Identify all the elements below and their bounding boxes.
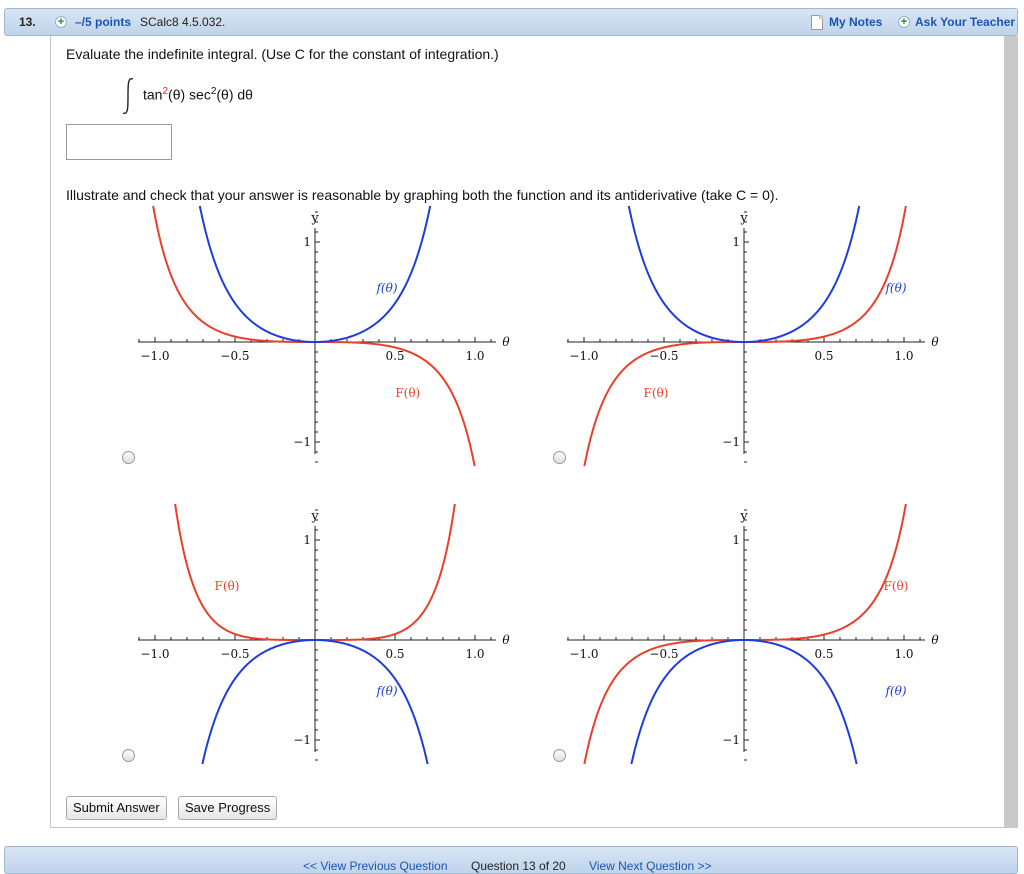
- x-axis-label: θ: [931, 633, 939, 647]
- points-label: –/5 points: [75, 15, 132, 29]
- next-question-link[interactable]: View Next Question >>: [589, 859, 712, 873]
- notes-icon[interactable]: [811, 15, 823, 30]
- y-tick-label: −1: [293, 435, 311, 449]
- radio-option-3[interactable]: [122, 749, 135, 762]
- graph-option-1: −1.0−0.50.51.021−1−2yθf(θ)F(θ): [118, 206, 518, 466]
- save-progress-button[interactable]: Save Progress: [178, 796, 278, 820]
- integrand-dtheta: (θ) dθ: [216, 86, 253, 103]
- y-axis-label: y: [310, 509, 319, 524]
- f-label: f(θ): [884, 281, 906, 295]
- radio-option-2[interactable]: [553, 451, 566, 464]
- integrand-tan: tan: [143, 86, 163, 103]
- graph-svg: −1.0−0.50.51.021−1−2yθf(θ)F(θ): [138, 206, 510, 466]
- x-tick-label: −1.0: [140, 349, 169, 363]
- assignment-id: SCalc8 4.5.032.: [140, 15, 226, 29]
- y-tick-label: 1: [732, 533, 740, 547]
- x-tick-label: 1.0: [894, 647, 913, 661]
- question-header: 13. + –/5 points SCalc8 4.5.032. My Note…: [4, 8, 1018, 36]
- y-tick-label: 1: [303, 235, 311, 249]
- question-number: 13.: [19, 15, 36, 29]
- ask-teacher-link[interactable]: Ask Your Teacher: [915, 15, 1015, 29]
- y-tick-label: −1: [722, 435, 740, 449]
- question-nav-footer: << View Previous Question Question 13 of…: [4, 846, 1018, 874]
- previous-question-link[interactable]: << View Previous Question: [303, 859, 448, 873]
- x-tick-label: −0.5: [220, 349, 249, 363]
- f-label: f(θ): [375, 281, 397, 295]
- y-axis-label: y: [310, 211, 319, 226]
- x-tick-label: 1.0: [465, 349, 484, 363]
- right-scroll-gutter: [1004, 36, 1018, 828]
- my-notes-link[interactable]: My Notes: [829, 15, 882, 29]
- x-tick-label: 1.0: [465, 647, 484, 661]
- y-axis-label: y: [739, 211, 748, 226]
- x-tick-label: 0.5: [814, 349, 833, 363]
- x-tick-label: 0.5: [385, 647, 404, 661]
- x-tick-label: −1.0: [569, 647, 598, 661]
- instruction-text: Evaluate the indefinite integral. (Use C…: [66, 46, 499, 62]
- radio-option-4[interactable]: [553, 749, 566, 762]
- y-axis-label: y: [739, 509, 748, 524]
- x-tick-label: −1.0: [140, 647, 169, 661]
- graph-svg: −1.0−0.50.51.021−1−2yθf(θ)F(θ): [567, 504, 939, 764]
- F-label: F(θ): [395, 386, 420, 400]
- integrand-sec: (θ) sec: [168, 86, 211, 103]
- y-tick-label: −1: [722, 733, 740, 747]
- F-label: F(θ): [884, 579, 909, 593]
- graph-svg: −1.0−0.50.51.021−1−2yθf(θ)F(θ): [567, 206, 939, 466]
- expand-plus-icon[interactable]: +: [55, 16, 67, 28]
- graph-svg: −1.0−0.50.51.021−1−2yθf(θ)F(θ): [138, 504, 510, 764]
- question-counter: Question 13 of 20: [471, 859, 566, 873]
- x-axis-label: θ: [931, 335, 939, 349]
- integral-sign-icon: [122, 77, 134, 115]
- f-label: f(θ): [884, 684, 906, 698]
- x-axis-label: θ: [502, 633, 510, 647]
- radio-option-1[interactable]: [122, 451, 135, 464]
- x-tick-label: −0.5: [220, 647, 249, 661]
- answer-input[interactable]: [66, 124, 172, 160]
- x-axis-label: θ: [502, 335, 510, 349]
- x-tick-label: 0.5: [385, 349, 404, 363]
- y-tick-label: 1: [303, 533, 311, 547]
- graph-option-4: −1.0−0.50.51.021−1−2yθf(θ)F(θ): [547, 504, 947, 764]
- x-tick-label: −1.0: [569, 349, 598, 363]
- x-tick-label: 0.5: [814, 647, 833, 661]
- F-label: F(θ): [215, 579, 240, 593]
- f-label: f(θ): [375, 684, 397, 698]
- F-label: F(θ): [644, 386, 669, 400]
- graph-option-2: −1.0−0.50.51.021−1−2yθf(θ)F(θ): [547, 206, 947, 466]
- graph-option-3: −1.0−0.50.51.021−1−2yθf(θ)F(θ): [118, 504, 518, 764]
- y-tick-label: 1: [732, 235, 740, 249]
- illustrate-instruction: Illustrate and check that your answer is…: [66, 187, 779, 203]
- ask-teacher-plus-icon[interactable]: +: [898, 16, 910, 28]
- x-tick-label: 1.0: [894, 349, 913, 363]
- integrand: tan2(θ) sec2(θ) dθ: [143, 86, 253, 103]
- submit-answer-button[interactable]: Submit Answer: [66, 796, 167, 820]
- y-tick-label: −1: [293, 733, 311, 747]
